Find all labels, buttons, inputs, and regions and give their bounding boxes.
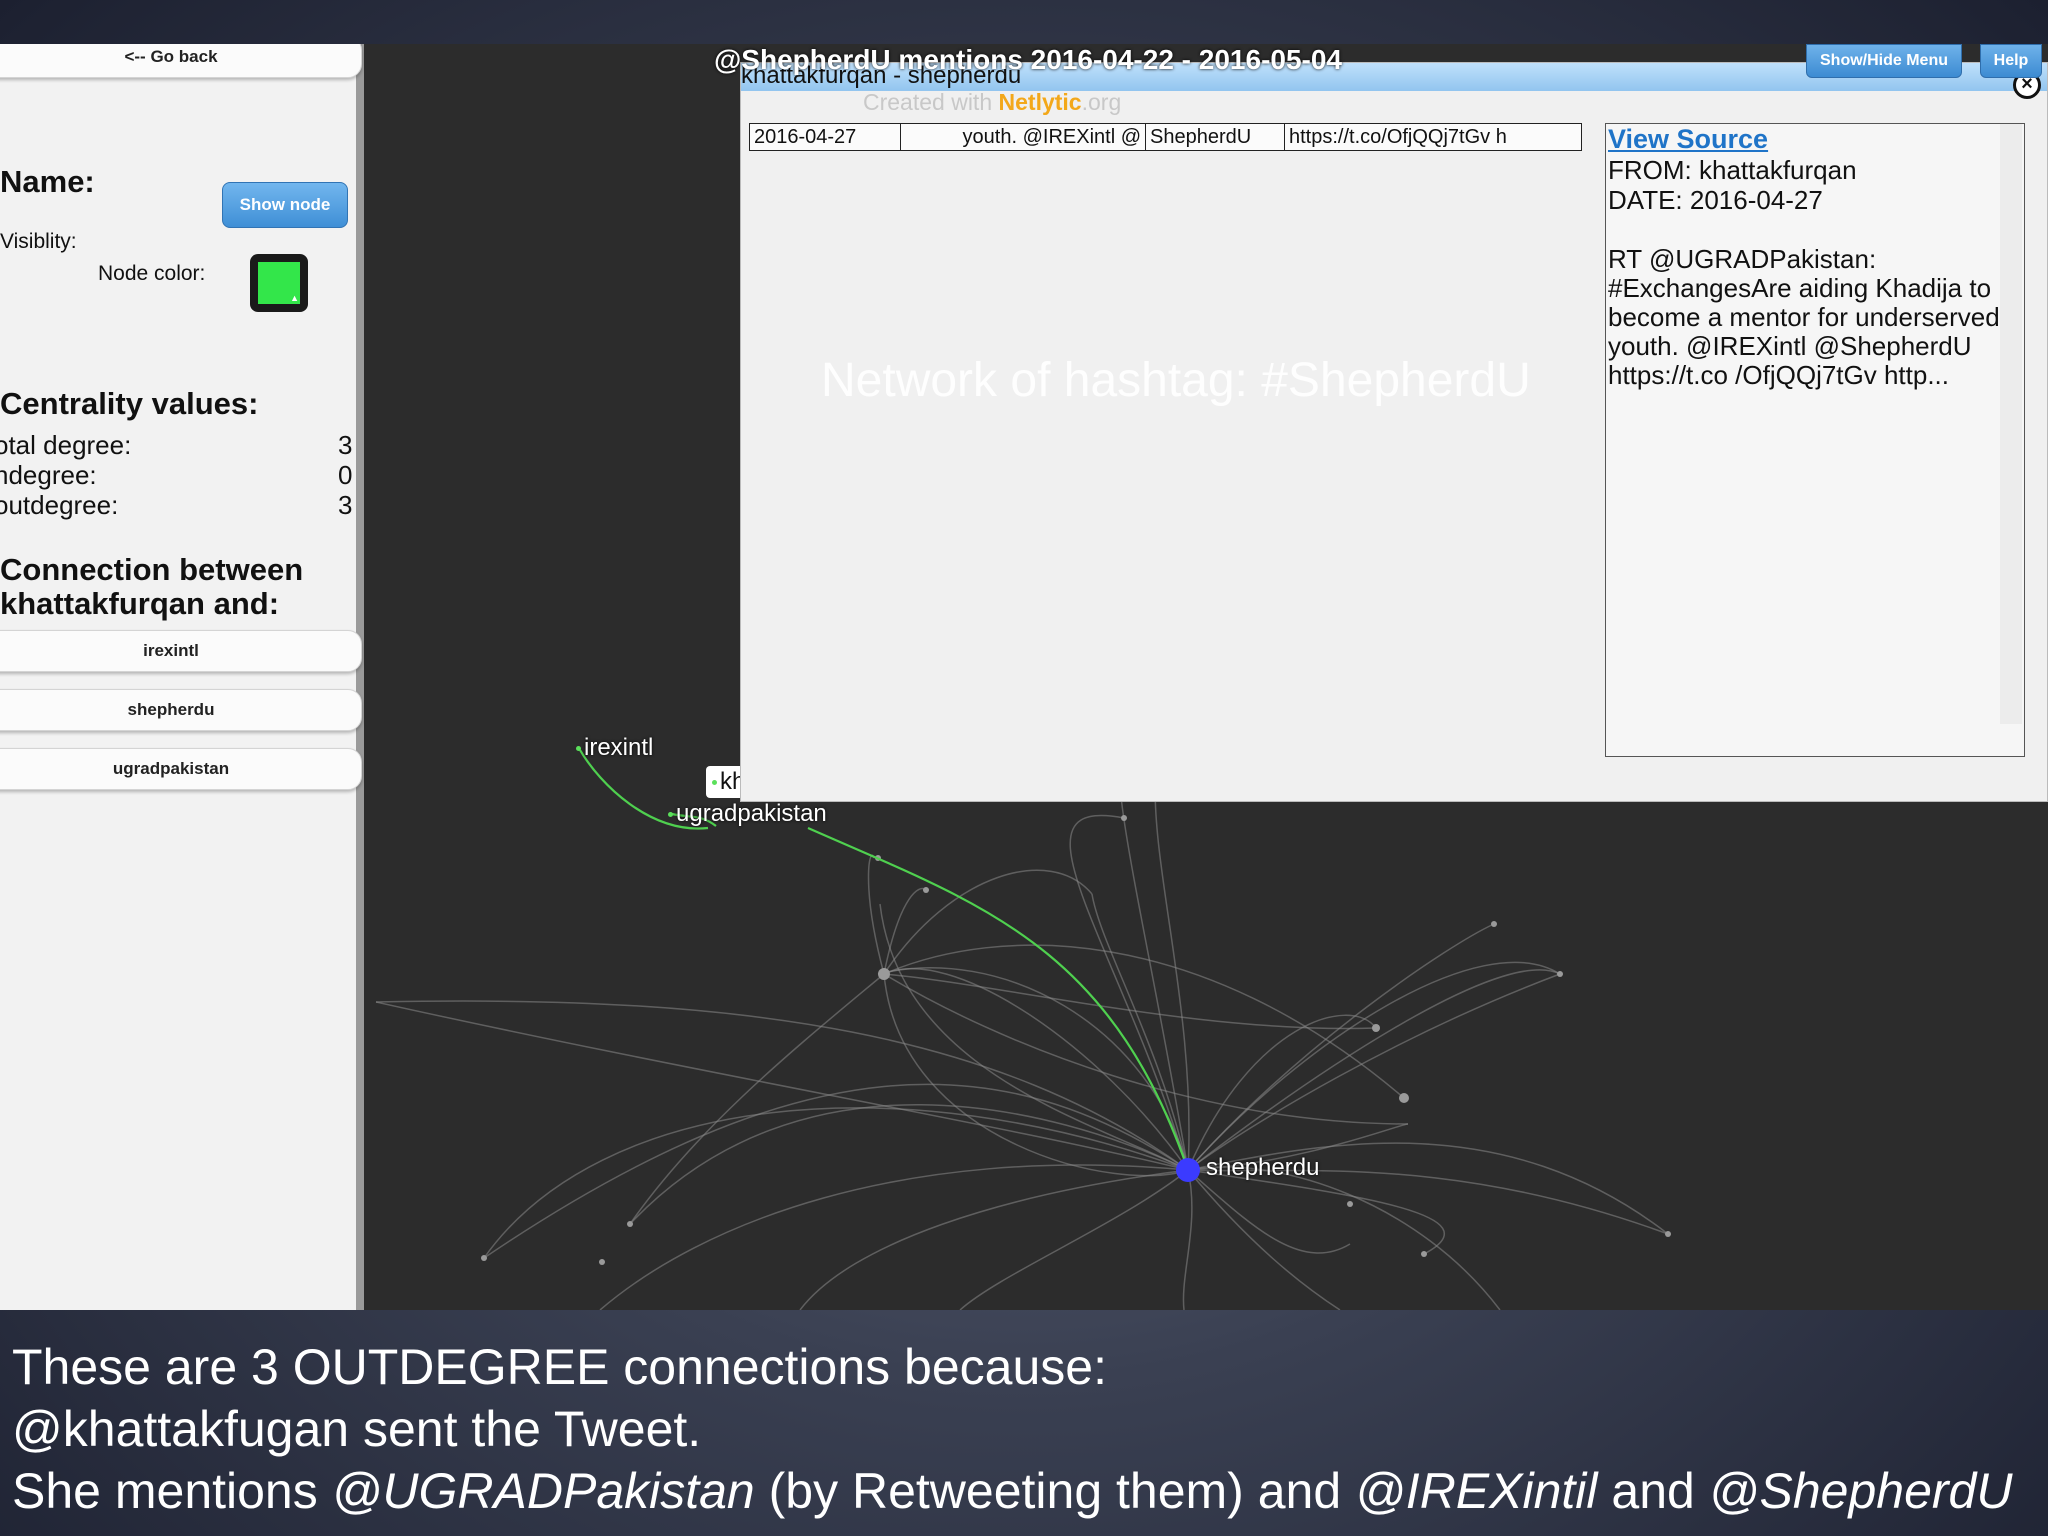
caption-line-2: @khattakfugan sent the Tweet. xyxy=(12,1401,702,1457)
table-cell-message-cont: ShepherdU xyxy=(1145,123,1285,151)
network-watermark: Network of hashtag: #ShepherdU xyxy=(821,354,1531,407)
graph-edge xyxy=(1187,969,1561,1171)
name-label: Name: xyxy=(0,164,95,199)
graph-edge xyxy=(883,973,1377,1030)
tweet-from: FROM: khattakfurqan xyxy=(1608,155,1857,185)
graph-node[interactable] xyxy=(481,1255,487,1261)
connection-heading-line1: Connection between xyxy=(0,552,304,587)
graph-edge xyxy=(1182,1169,1193,1310)
graph-node[interactable] xyxy=(599,1259,605,1265)
graph-node[interactable] xyxy=(1121,815,1127,821)
graph-edge xyxy=(1187,1014,1377,1171)
connection-heading-line2: khattakfurqan and: xyxy=(0,586,280,621)
connection-ugradpakistan-button[interactable]: ugradpakistan xyxy=(0,748,362,790)
table-cell-date: 2016-04-27 xyxy=(749,123,901,151)
tweet-date: DATE: 2016-04-27 xyxy=(1608,185,1823,215)
outdegree-value: 3 xyxy=(338,490,353,520)
total-degree-value: 3 xyxy=(338,430,353,460)
graph-edge xyxy=(599,1164,1189,1310)
caption-line-3: She mentions @UGRADPakistan (by Retweeti… xyxy=(12,1463,2013,1519)
dropdown-arrow-icon: ▲ xyxy=(290,293,299,303)
graph-edge xyxy=(883,944,1405,1099)
node-color-label: Node color: xyxy=(98,262,206,285)
node-label-shepherdu[interactable]: shepherdu xyxy=(1206,1154,1319,1182)
node-label-ugradpakistan[interactable]: ugradpakistan xyxy=(668,800,827,828)
connection-shepherdu-button[interactable]: shepherdu xyxy=(0,689,362,731)
node-irexintl xyxy=(576,746,581,752)
graph-node[interactable] xyxy=(923,887,929,893)
node-khattakfurqan xyxy=(712,780,717,786)
indegree-value: 0 xyxy=(338,460,353,490)
node-shepherdu xyxy=(1176,1158,1200,1182)
table-cell-message: youth. @IREXintl @ xyxy=(900,123,1146,151)
tweet-text: RT @UGRADPakistan: #ExchangesAre aiding … xyxy=(1608,244,2000,390)
table-cell-link: https://t.co/OfjQQj7tGv h xyxy=(1284,123,1582,151)
graph-edge xyxy=(883,869,1093,975)
graph-edge xyxy=(375,1001,1189,1171)
tweet-detail-panel: View Source FROM: khattakfurqan DATE: 20… xyxy=(1605,123,2025,757)
graph-node[interactable] xyxy=(1557,971,1563,977)
visibility-label: Visiblity: xyxy=(0,230,77,253)
view-source-link[interactable]: View Source xyxy=(1608,124,2022,155)
node-info-sidebar: <-- Go back Name: Visiblity: Show node N… xyxy=(0,44,364,1310)
graph-edge xyxy=(883,973,1409,1125)
graph-edge xyxy=(1119,761,1189,1171)
graph-edge xyxy=(1187,1166,1501,1310)
graph-node[interactable] xyxy=(1421,1251,1427,1257)
messages-table: 2016-04-27 youth. @IREXintl @ ShepherdU … xyxy=(749,123,1582,151)
show-node-button[interactable]: Show node xyxy=(222,182,348,228)
total-degree-label: otal degree: xyxy=(0,430,132,460)
edge-detail-popup: khattakfurqan - shepherdu Created with N… xyxy=(740,62,2048,802)
show-hide-menu-button[interactable]: Show/Hide Menu xyxy=(1806,44,1962,78)
graph-node[interactable] xyxy=(627,1221,633,1227)
node-ugradpakistan xyxy=(668,812,673,818)
node-color-picker[interactable]: ▲ xyxy=(250,254,308,312)
table-row[interactable]: 2016-04-27 youth. @IREXintl @ ShepherdU … xyxy=(749,123,1582,151)
graph-edge xyxy=(1187,1169,1341,1310)
created-with-netlytic: Created with Netlytic.org xyxy=(863,89,1122,115)
graph-edge xyxy=(1187,923,1495,1171)
centrality-heading: Centrality values: xyxy=(0,386,259,421)
graph-edge xyxy=(799,1169,1189,1310)
graph-node[interactable] xyxy=(878,968,890,980)
connection-irexintl-button[interactable]: irexintl xyxy=(0,630,362,672)
graph-node[interactable] xyxy=(1372,1024,1380,1032)
graph-node[interactable] xyxy=(1399,1093,1409,1103)
slide-caption: These are 3 OUTDEGREE connections becaus… xyxy=(12,1336,2012,1522)
help-button[interactable]: Help xyxy=(1980,44,2042,78)
node-label-irexintl[interactable]: irexintl xyxy=(576,734,653,762)
graph-node[interactable] xyxy=(1665,1231,1671,1237)
detail-scrollbar[interactable] xyxy=(2000,124,2022,724)
netlytic-app: irexintl khattakfurqan ugradpakistan she… xyxy=(0,44,2048,1310)
go-back-button[interactable]: <-- Go back xyxy=(0,44,362,78)
graph-edge xyxy=(1187,973,1561,1171)
node-color-swatch: ▲ xyxy=(258,262,300,304)
graph-minor-nodes xyxy=(481,815,1671,1265)
graph-node[interactable] xyxy=(1491,921,1497,927)
outdegree-label: outdegree: xyxy=(0,490,119,520)
graph-edge xyxy=(483,1083,1189,1259)
graph-node[interactable] xyxy=(1347,1201,1353,1207)
indegree-label: ndegree: xyxy=(0,460,97,490)
caption-line-1: These are 3 OUTDEGREE connections becaus… xyxy=(12,1339,1107,1395)
graph-title: @ShepherdU mentions 2016-04-22 - 2016-05… xyxy=(714,44,1343,75)
graph-edge xyxy=(959,1169,1189,1310)
